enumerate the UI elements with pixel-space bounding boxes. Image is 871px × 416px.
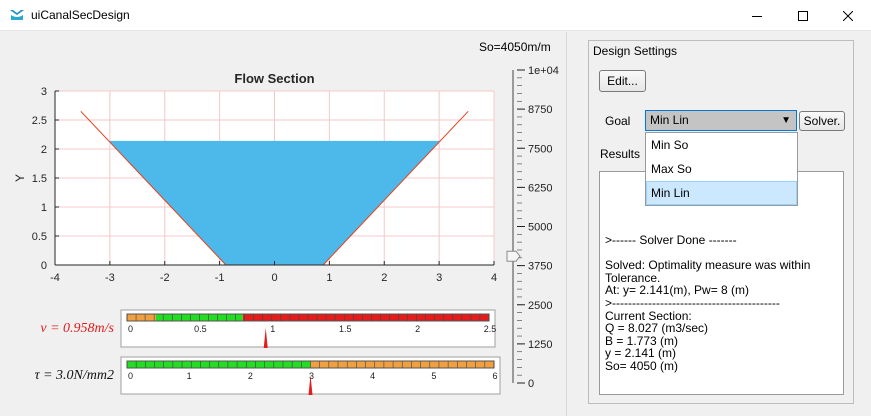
slope-slider-tick-label: 5000 xyxy=(528,222,552,234)
y-tick-label: 2 xyxy=(41,144,47,156)
velocity-gauge-tick-label: 1.5 xyxy=(339,324,352,334)
slope-slider-thumb[interactable] xyxy=(506,250,521,262)
title-bar: uiCanalSecDesign xyxy=(0,0,871,31)
x-tick-label: 1 xyxy=(326,272,332,284)
x-tick-label: -2 xyxy=(160,272,170,284)
slope-slider-tick-label: 1250 xyxy=(528,339,552,351)
panel-title: Design Settings xyxy=(593,44,678,58)
velocity-gauge-zone xyxy=(242,314,489,321)
shear-gauge-tick-label: 5 xyxy=(431,371,436,381)
velocity-gauge-tick-label: 2 xyxy=(415,324,420,334)
x-tick-label: 2 xyxy=(381,272,387,284)
y-axis-label: Y xyxy=(13,174,27,182)
shear-gauge-tick-label: 0 xyxy=(128,371,133,381)
slope-slider-tick-label: 2500 xyxy=(528,300,552,312)
slope-slider-tick-label: 8750 xyxy=(528,104,552,116)
slope-slider-tick-label: 6250 xyxy=(528,182,552,194)
velocity-gauge-tick-label: 1 xyxy=(270,324,275,334)
y-tick-label: 3 xyxy=(41,86,47,98)
slope-slider-tick-label: 1e+04 xyxy=(528,65,559,77)
slope-slider-tick-label: 7500 xyxy=(528,143,552,155)
shear-gauge-tick-label: 3 xyxy=(309,371,314,381)
shear-gauge-tick-label: 6 xyxy=(492,371,497,381)
chart-title: Flow Section xyxy=(234,71,314,86)
x-tick-label: 4 xyxy=(491,272,497,284)
close-icon xyxy=(843,10,853,21)
results-label: Results xyxy=(600,147,641,161)
y-tick-label: 2.5 xyxy=(32,115,47,127)
x-tick-label: 3 xyxy=(436,272,442,284)
goal-select[interactable]: Min Lin ▼ xyxy=(645,110,797,131)
x-tick-label: -4 xyxy=(50,272,60,284)
goal-option-max-so[interactable]: Max So xyxy=(646,157,797,181)
minimize-icon xyxy=(752,15,762,17)
shear-gauge-tick-label: 2 xyxy=(248,371,253,381)
velocity-gauge-tick-label: 0.5 xyxy=(194,324,207,334)
y-tick-label: 0.5 xyxy=(32,231,47,243)
app-icon xyxy=(10,10,24,20)
shear-label: τ = 3.0N/mm2 xyxy=(35,368,114,383)
slope-slider-tick-label: 3750 xyxy=(528,261,552,273)
velocity-gauge-zone xyxy=(127,314,156,321)
shear-gauge-tick-label: 1 xyxy=(187,371,192,381)
caret-down-icon: ▼ xyxy=(781,115,791,126)
goal-label: Goal xyxy=(605,114,631,128)
velocity-gauge-tick-label: 2.5 xyxy=(484,324,497,334)
plot-area: So=4050m/m -4 -3 -2 -1 0 1 2 3 4 0 0.5 1 1.5 2 2.5 3 Flo… xyxy=(0,32,567,416)
solver-button[interactable]: Solver. xyxy=(799,111,845,131)
y-tick-label: 1.5 xyxy=(32,173,47,185)
velocity-label: v = 0.958m/s xyxy=(40,321,114,336)
minimize-button[interactable] xyxy=(734,0,780,31)
goal-option-min-lin[interactable]: Min Lin xyxy=(646,181,797,205)
x-tick-label: -3 xyxy=(105,272,115,284)
plot-canvas: -4 -3 -2 -1 0 1 2 3 4 0 0.5 1 1.5 2 2.5 3 Flow Section Y 0… xyxy=(13,65,559,395)
close-button[interactable] xyxy=(825,0,871,31)
maximize-icon xyxy=(798,10,808,21)
edit-button[interactable]: Edit... xyxy=(599,70,646,92)
velocity-gauge-tick-label: 0 xyxy=(128,324,133,334)
slope-slider-tick-label: 0 xyxy=(528,378,534,390)
shear-gauge-tick-label: 4 xyxy=(370,371,375,381)
results-text: >------ Solver Done ------- Solved: Opti… xyxy=(605,233,811,373)
y-tick-label: 0 xyxy=(41,260,47,272)
window-title: uiCanalSecDesign xyxy=(31,8,130,22)
x-tick-label: 0 xyxy=(271,272,277,284)
y-tick-label: 1 xyxy=(41,202,47,214)
maximize-button[interactable] xyxy=(780,0,826,31)
goal-select-value: Min Lin xyxy=(650,113,689,127)
goal-option-min-so[interactable]: Min So xyxy=(646,133,797,157)
goal-dropdown-list: Min So Max So Min Lin xyxy=(645,132,798,206)
x-tick-label: -1 xyxy=(215,272,225,284)
